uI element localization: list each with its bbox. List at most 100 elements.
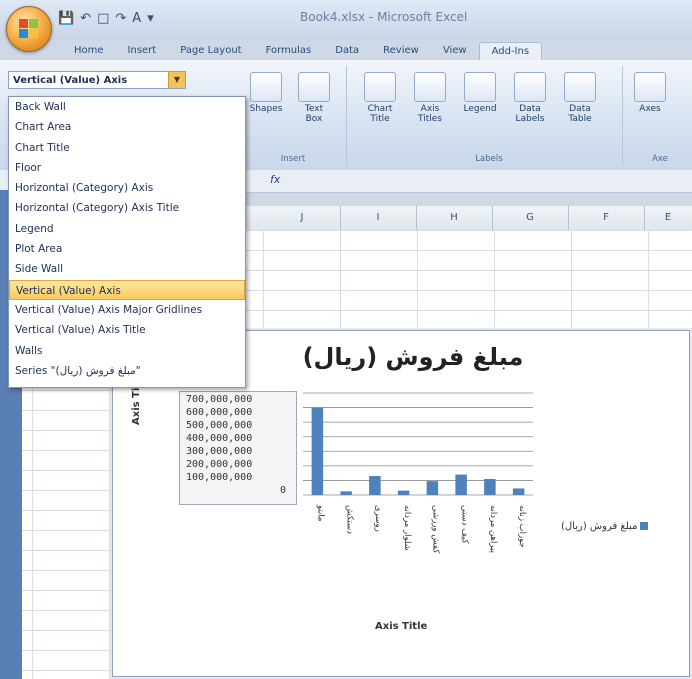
legend-icon bbox=[464, 72, 496, 102]
y-tick-label: 0 bbox=[280, 485, 287, 496]
column-header[interactable]: I bbox=[340, 206, 417, 230]
shapes-icon bbox=[250, 72, 282, 102]
dropdown-item[interactable]: Chart Title bbox=[9, 138, 245, 158]
y-tick-label: 400,000,000 bbox=[186, 433, 253, 444]
undo-icon[interactable]: ↶ bbox=[80, 11, 91, 26]
tab-formulas[interactable]: Formulas bbox=[254, 42, 324, 60]
column-header[interactable]: F bbox=[568, 206, 645, 230]
y-tick-label: 500,000,000 bbox=[186, 420, 253, 431]
column-header[interactable]: H bbox=[416, 206, 493, 230]
office-button[interactable] bbox=[6, 6, 52, 52]
x-tick-label: جوراب زنانه bbox=[516, 505, 527, 548]
bar[interactable] bbox=[455, 474, 467, 495]
x-tick-label: مانتو bbox=[315, 505, 326, 522]
dropdown-item[interactable]: Floor bbox=[9, 158, 245, 178]
chart-legend[interactable]: مبلغ فروش (ریال) bbox=[561, 521, 649, 532]
bar[interactable] bbox=[397, 490, 410, 495]
legend-entry: مبلغ فروش (ریال) bbox=[561, 521, 638, 532]
bar[interactable] bbox=[311, 407, 324, 495]
chart-title[interactable]: مبلغ فروش (ریال) bbox=[293, 343, 533, 371]
text-box-button[interactable]: Text Box bbox=[296, 72, 332, 124]
text-box-label: Text Box bbox=[304, 104, 324, 124]
axes-group-label: Axe bbox=[652, 154, 668, 164]
chevron-down-icon[interactable]: ▼ bbox=[168, 72, 185, 88]
insert-group: Shapes Text Box Insert bbox=[240, 66, 347, 166]
bar[interactable] bbox=[426, 481, 439, 495]
tab-view[interactable]: View bbox=[431, 42, 479, 60]
data-labels-label: Data Labels bbox=[515, 104, 545, 124]
axes-icon bbox=[634, 72, 666, 102]
dropdown-item[interactable]: Vertical (Value) Axis Major Gridlines bbox=[9, 300, 245, 320]
tab-insert[interactable]: Insert bbox=[116, 42, 169, 60]
bar[interactable] bbox=[512, 488, 525, 495]
horizontal-axis-title[interactable]: Axis Title bbox=[375, 621, 427, 632]
axes-group: Axes Axe bbox=[628, 66, 692, 166]
dropdown-item[interactable]: Legend bbox=[9, 219, 245, 239]
x-tick-label: کیف دستی bbox=[459, 505, 470, 544]
tab-data[interactable]: Data bbox=[323, 42, 371, 60]
tab-add-ins[interactable]: Add-Ins bbox=[478, 42, 543, 60]
dropdown-item[interactable]: Horizontal (Category) Axis bbox=[9, 178, 245, 198]
new-document-icon[interactable]: □ bbox=[97, 11, 109, 26]
x-tick-label: روسری bbox=[373, 505, 384, 532]
y-tick-label: 200,000,000 bbox=[186, 459, 253, 470]
axes-button[interactable]: Axes bbox=[632, 72, 668, 114]
x-tick-label: دستکش bbox=[344, 505, 355, 535]
window-title: Book4.xlsx - Microsoft Excel bbox=[300, 10, 468, 24]
dropdown-item[interactable]: Back Wall bbox=[9, 97, 245, 117]
y-tick-label: 100,000,000 bbox=[186, 472, 253, 483]
chart-element-combo[interactable]: Vertical (Value) Axis bbox=[8, 71, 186, 89]
data-table-icon bbox=[564, 72, 596, 102]
data-table-button[interactable]: Data Table bbox=[562, 72, 598, 124]
text-box-icon bbox=[298, 72, 330, 102]
bar[interactable] bbox=[484, 478, 496, 495]
legend-label: Legend bbox=[463, 104, 497, 114]
customize-toolbar-icon[interactable]: ▾ bbox=[147, 11, 154, 26]
data-labels-button[interactable]: Data Labels bbox=[512, 72, 548, 124]
tab-home[interactable]: Home bbox=[62, 42, 116, 60]
x-tick-label: کفش ورزشی bbox=[430, 505, 441, 554]
data-labels-icon bbox=[514, 72, 546, 102]
dropdown-item[interactable]: Series "مبلغ فروش (ریال)" bbox=[9, 361, 245, 381]
data-table-label: Data Table bbox=[568, 104, 592, 124]
shapes-label: Shapes bbox=[249, 104, 283, 114]
y-tick-label: 300,000,000 bbox=[186, 446, 253, 457]
insert-group-label: Insert bbox=[280, 154, 306, 164]
dropdown-item[interactable]: Vertical (Value) Axis Title bbox=[9, 320, 245, 340]
axes-label: Axes bbox=[639, 104, 661, 114]
dropdown-item[interactable]: Walls bbox=[9, 341, 245, 361]
dropdown-item-selected[interactable]: Vertical (Value) Axis bbox=[9, 279, 245, 300]
tab-page-layout[interactable]: Page Layout bbox=[168, 42, 253, 60]
dropdown-item[interactable]: Chart Area bbox=[9, 117, 245, 137]
tab-review[interactable]: Review bbox=[371, 42, 431, 60]
dropdown-item[interactable]: Side Wall bbox=[9, 259, 245, 279]
vertical-value-axis[interactable]: 700,000,000 600,000,000 500,000,000 400,… bbox=[179, 391, 297, 505]
column-header[interactable]: G bbox=[492, 206, 569, 230]
fx-icon[interactable]: fx bbox=[270, 173, 280, 186]
axis-titles-button[interactable]: Axis Titles bbox=[412, 72, 448, 124]
bar[interactable] bbox=[340, 491, 352, 495]
legend-swatch bbox=[640, 522, 649, 530]
redo-icon[interactable]: ↷ bbox=[115, 11, 126, 26]
shapes-button[interactable]: Shapes bbox=[248, 72, 284, 114]
axis-titles-label: Axis Titles bbox=[418, 104, 442, 124]
dropdown-item[interactable]: Plot Area bbox=[9, 239, 245, 259]
x-tick-label: شلوار مردانه bbox=[401, 505, 412, 551]
chart-element-dropdown[interactable]: Back Wall Chart Area Chart Title Floor H… bbox=[8, 96, 246, 388]
font-color-icon[interactable]: A bbox=[132, 11, 141, 26]
legend-button[interactable]: Legend bbox=[462, 72, 498, 114]
office-logo-icon bbox=[19, 19, 39, 39]
chart-title-button[interactable]: Chart Title bbox=[362, 72, 398, 124]
column-header[interactable]: E bbox=[644, 206, 692, 230]
dropdown-item[interactable]: Horizontal (Category) Axis Title bbox=[9, 198, 245, 218]
column-header[interactable]: J bbox=[264, 206, 341, 230]
bar[interactable] bbox=[369, 476, 381, 495]
quick-access-toolbar: 💾 ↶ □ ↷ A ▾ bbox=[58, 8, 154, 28]
ribbon-tabs: Home Insert Page Layout Formulas Data Re… bbox=[62, 42, 543, 60]
x-tick-label: پیراهن مردانه bbox=[488, 505, 499, 553]
labels-group: Chart Title Axis Titles Legend Data Labe… bbox=[356, 66, 623, 166]
chart-title-label: Chart Title bbox=[367, 104, 393, 124]
plot-area[interactable] bbox=[303, 389, 533, 499]
save-icon[interactable]: 💾 bbox=[58, 11, 74, 26]
chart-title-icon bbox=[364, 72, 396, 102]
